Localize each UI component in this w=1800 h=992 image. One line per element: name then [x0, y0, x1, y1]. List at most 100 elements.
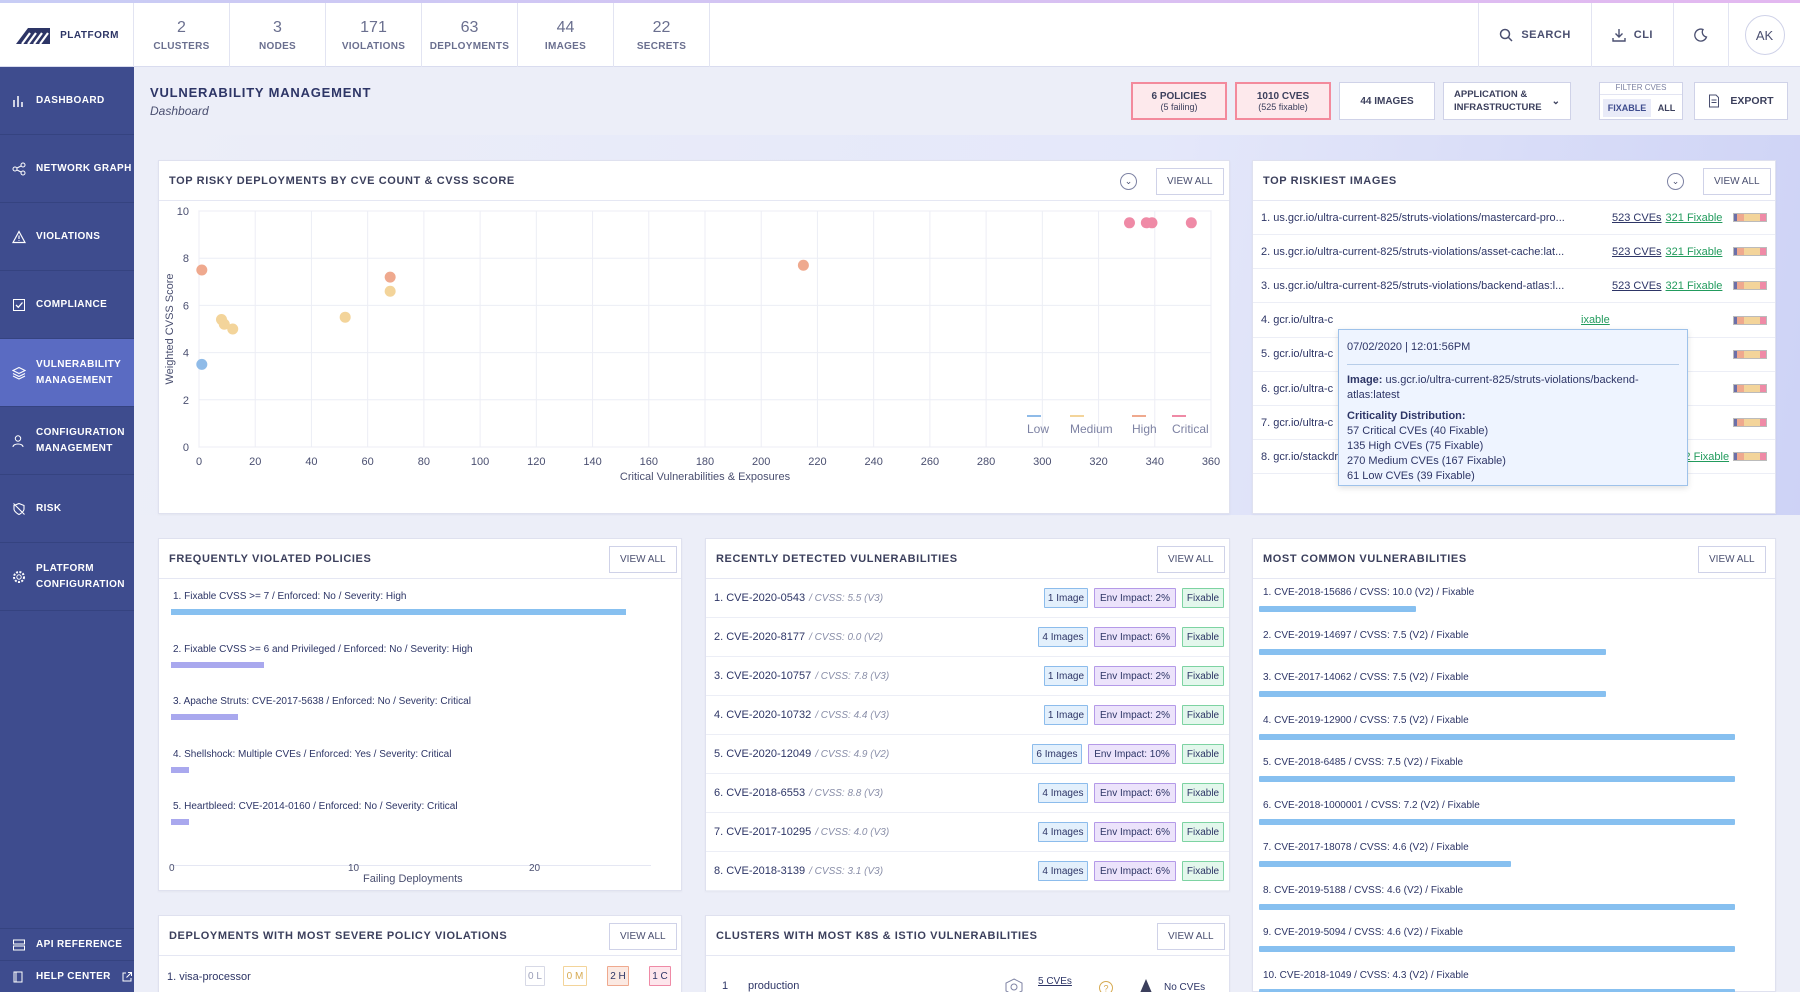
images-count-tag[interactable]: 1 Image	[1044, 588, 1088, 608]
images-count-tag[interactable]: 4 Images	[1038, 783, 1088, 803]
policy-bar[interactable]	[171, 661, 264, 668]
image-fixable-link[interactable]: 321 Fixable	[1666, 212, 1723, 224]
common-vuln-bar[interactable]	[1259, 818, 1735, 825]
cli-download-button[interactable]: CLI	[1590, 3, 1673, 67]
common-vuln-label[interactable]: 10. CVE-2018-1049 / CVSS: 4.3 (V2) / Fix…	[1263, 970, 1469, 981]
scope-dropdown[interactable]: APPLICATION & INFRASTRUCTURE ⌄	[1443, 82, 1571, 120]
cve-link[interactable]: 8. CVE-2018-3139	[714, 865, 805, 877]
cve-link[interactable]: 1. CVE-2020-0543	[714, 592, 805, 604]
data-point[interactable]	[1123, 217, 1135, 229]
image-cves-link[interactable]: 523 CVEs	[1612, 280, 1662, 292]
common-vuln-label[interactable]: 4. CVE-2019-12900 / CVSS: 7.5 (V2) / Fix…	[1263, 715, 1469, 726]
vulnerability-row[interactable]: 4. CVE-2020-10732 / CVSS: 4.4 (V3) 1 Image…	[706, 696, 1229, 735]
vulnerability-row[interactable]: 1. CVE-2020-0543 / CVSS: 5.5 (V3) 1 Image E…	[706, 579, 1229, 618]
images-count-tag[interactable]: 6 Images	[1032, 744, 1082, 764]
common-vuln-bar[interactable]	[1259, 691, 1607, 697]
cve-link[interactable]: 5. CVE-2020-12049	[714, 748, 811, 760]
sidebar-item-violations[interactable]: VIOLATIONS	[0, 203, 134, 271]
theme-toggle-button[interactable]	[1673, 3, 1728, 67]
vulnerability-row[interactable]: 7. CVE-2017-10295 / CVSS: 4.0 (V3) 4 Image…	[706, 813, 1229, 852]
filter-fixable-option[interactable]: FIXABLE	[1603, 99, 1651, 117]
data-point[interactable]	[797, 259, 809, 271]
policy-bar[interactable]	[171, 766, 189, 773]
images-count-tag[interactable]: 4 Images	[1038, 627, 1088, 647]
image-fixable-link[interactable]: 321 Fixable	[1666, 246, 1723, 258]
policy-label[interactable]: 1. Fixable CVSS >= 7 / Enforced: No / Se…	[173, 591, 406, 602]
user-menu[interactable]: AK	[1728, 3, 1800, 67]
sidebar-item-api-reference[interactable]: API REFERENCE	[0, 928, 134, 960]
policy-bar[interactable]	[171, 714, 239, 720]
view-all-button[interactable]: VIEW ALL	[1157, 923, 1225, 950]
summary-nodes[interactable]: 3 NODES	[230, 3, 326, 67]
filter-all-option[interactable]: ALL	[1653, 99, 1680, 117]
help-icon[interactable]: ?	[1098, 980, 1114, 992]
summary-images[interactable]: 44 IMAGES	[518, 3, 614, 67]
image-name[interactable]: 4. gcr.io/ultra-c	[1261, 314, 1341, 326]
sidebar-item-dashboard[interactable]: DASHBOARD	[0, 67, 134, 135]
common-vuln-label[interactable]: 2. CVE-2019-14697 / CVSS: 7.5 (V2) / Fix…	[1263, 630, 1469, 641]
images-count-tag[interactable]: 4 Images	[1038, 861, 1088, 881]
data-point[interactable]	[384, 285, 396, 297]
deployment-name[interactable]: 1. visa-processor	[167, 971, 251, 983]
summary-deployments[interactable]: 63 DEPLOYMENTS	[422, 3, 518, 67]
policy-label[interactable]: 4. Shellshock: Multiple CVEs / Enforced:…	[173, 749, 451, 760]
image-name[interactable]: 3. us.gcr.io/ultra-current-825/struts-vi…	[1261, 280, 1606, 292]
common-vuln-label[interactable]: 9. CVE-2019-5094 / CVSS: 4.6 (V2) / Fixa…	[1263, 927, 1463, 938]
vulnerability-row[interactable]: 6. CVE-2018-6553 / CVSS: 8.8 (V3) 4 Images…	[706, 774, 1229, 813]
images-tile[interactable]: 44 IMAGES	[1339, 82, 1435, 120]
sidebar-item-configuration-management[interactable]: CONFIGURATION MANAGEMENT	[0, 407, 134, 475]
summary-secrets[interactable]: 22 SECRETS	[614, 3, 710, 67]
sidebar-item-help-center[interactable]: HELP CENTER	[0, 960, 134, 992]
common-vuln-label[interactable]: 1. CVE-2018-15686 / CVSS: 10.0 (V2) / Fi…	[1263, 587, 1474, 598]
data-point[interactable]	[196, 358, 208, 370]
cluster-name[interactable]: production	[748, 980, 799, 992]
data-point[interactable]	[1185, 217, 1197, 229]
chevron-down-icon[interactable]: ⌄	[1667, 173, 1684, 190]
view-all-button[interactable]: VIEW ALL	[609, 546, 677, 573]
common-vuln-label[interactable]: 6. CVE-2018-1000001 / CVSS: 7.2 (V2) / F…	[1263, 800, 1480, 811]
common-vuln-bar[interactable]	[1259, 946, 1735, 952]
vulnerability-row[interactable]: 5. CVE-2020-12049 / CVSS: 4.9 (V2) 6 Image…	[706, 735, 1229, 774]
sidebar-item-vulnerability-management[interactable]: VULNERABILITY MANAGEMENT	[0, 339, 134, 407]
common-vuln-bar[interactable]	[1259, 903, 1735, 910]
data-point[interactable]	[1146, 217, 1158, 229]
sidebar-item-network-graph[interactable]: NETWORK GRAPH	[0, 135, 134, 203]
common-vuln-bar[interactable]	[1259, 776, 1735, 782]
image-name[interactable]: 2. us.gcr.io/ultra-current-825/struts-vi…	[1261, 246, 1606, 258]
chevron-down-icon[interactable]: ⌄	[1120, 173, 1137, 190]
policy-label[interactable]: 3. Apache Struts: CVE-2017-5638 / Enforc…	[173, 696, 471, 707]
vulnerability-row[interactable]: 8. CVE-2018-3139 / CVSS: 3.1 (V3) 4 Images…	[706, 852, 1229, 891]
image-row[interactable]: 3. us.gcr.io/ultra-current-825/struts-vi…	[1253, 269, 1775, 304]
data-point[interactable]	[196, 264, 208, 276]
images-count-tag[interactable]: 1 Image	[1044, 705, 1088, 725]
common-vuln-bar[interactable]	[1259, 733, 1735, 740]
view-all-button[interactable]: VIEW ALL	[1157, 546, 1225, 573]
summary-clusters[interactable]: 2 CLUSTERS	[134, 3, 230, 67]
image-name[interactable]: 1. us.gcr.io/ultra-current-825/struts-vi…	[1261, 212, 1606, 224]
image-fixable-link[interactable]: 321 Fixable	[1666, 280, 1723, 292]
view-all-button[interactable]: VIEW ALL	[1698, 546, 1766, 573]
cve-link[interactable]: 6. CVE-2018-6553	[714, 787, 805, 799]
vulnerability-row[interactable]: 3. CVE-2020-10757 / CVSS: 7.8 (V3) 1 Image…	[706, 657, 1229, 696]
image-row[interactable]: 1. us.gcr.io/ultra-current-825/struts-vi…	[1253, 201, 1775, 235]
sidebar-item-compliance[interactable]: COMPLIANCE	[0, 271, 134, 339]
common-vuln-bar[interactable]	[1259, 606, 1417, 612]
common-vuln-bar[interactable]	[1259, 648, 1607, 655]
images-count-tag[interactable]: 4 Images	[1038, 822, 1088, 842]
image-fixable-link[interactable]: 2 Fixable	[1684, 451, 1729, 463]
image-name[interactable]: 7. gcr.io/ultra-c	[1261, 417, 1341, 429]
data-point[interactable]	[384, 271, 396, 283]
image-name[interactable]: 5. gcr.io/ultra-c	[1261, 348, 1341, 360]
common-vuln-label[interactable]: 3. CVE-2017-14062 / CVSS: 7.5 (V2) / Fix…	[1263, 672, 1469, 683]
view-all-button[interactable]: VIEW ALL	[609, 923, 677, 950]
cve-link[interactable]: 2. CVE-2020-8177	[714, 631, 805, 643]
policy-bar[interactable]	[171, 609, 626, 615]
image-name[interactable]: 6. gcr.io/ultra-c	[1261, 383, 1341, 395]
sidebar-item-risk[interactable]: RISK	[0, 475, 134, 543]
common-vuln-label[interactable]: 7. CVE-2017-18078 / CVSS: 4.6 (V2) / Fix…	[1263, 842, 1469, 853]
image-cves-link[interactable]: 523 CVEs	[1612, 212, 1662, 224]
image-row[interactable]: 2. us.gcr.io/ultra-current-825/struts-vi…	[1253, 235, 1775, 270]
brand-logo[interactable]: PLATFORM	[0, 3, 134, 67]
cve-link[interactable]: 4. CVE-2020-10732	[714, 709, 811, 721]
sidebar-item-platform-configuration[interactable]: PLATFORM CONFIGURATION	[0, 543, 134, 611]
